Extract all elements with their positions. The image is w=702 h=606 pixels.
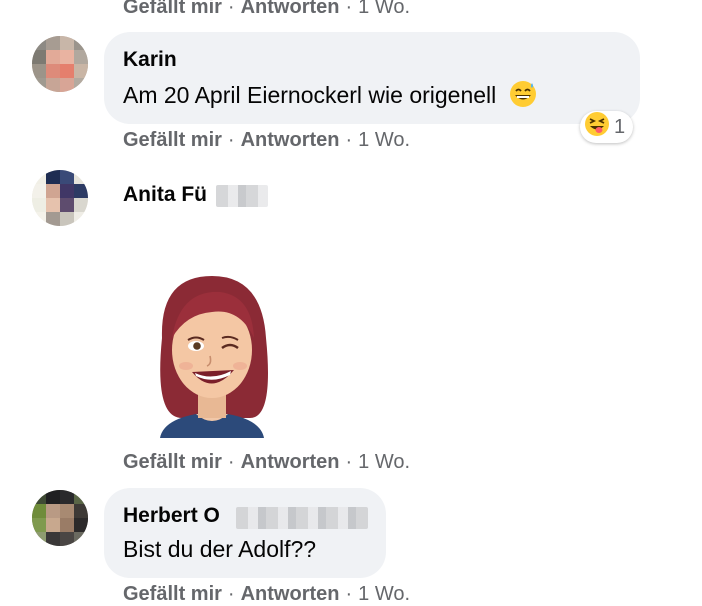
avatar-anita[interactable]: [32, 170, 88, 226]
timestamp[interactable]: 1 Wo.: [358, 583, 410, 605]
timestamp[interactable]: 1 Wo.: [358, 451, 410, 473]
censored-name-blur: [216, 185, 268, 207]
author-name[interactable]: Herbert O: [123, 504, 220, 528]
reaction-count: 1: [614, 115, 626, 138]
reply-link[interactable]: Antworten: [241, 0, 340, 18]
author-name[interactable]: Karin: [123, 48, 177, 72]
like-link[interactable]: Gefällt mir: [123, 0, 222, 18]
reaction-badge[interactable]: 1: [580, 111, 634, 143]
squinting-tongue-face-icon: [584, 111, 610, 143]
censored-name-blur: [236, 507, 368, 529]
avatar-wink-sticker-icon: [142, 268, 282, 438]
timestamp[interactable]: 1 Wo.: [358, 129, 410, 151]
like-link[interactable]: Gefällt mir: [123, 129, 222, 151]
reply-link[interactable]: Antworten: [241, 451, 340, 473]
comment-actions: Gefällt mir · Antworten · 1 Wo.: [123, 451, 411, 473]
like-link[interactable]: Gefällt mir: [123, 451, 222, 473]
comment-actions: Gefällt mir · Antworten · 1 Wo.: [123, 129, 411, 151]
author-name[interactable]: Anita Fü: [123, 183, 207, 207]
timestamp[interactable]: 1 Wo.: [358, 0, 410, 18]
avatar-herbert[interactable]: [32, 490, 88, 546]
comment-actions: Gefällt mir · Antworten · 1 Wo.: [123, 583, 411, 605]
reply-link[interactable]: Antworten: [241, 129, 340, 151]
avatar-karin[interactable]: [32, 36, 88, 92]
reply-link[interactable]: Antworten: [241, 583, 340, 605]
comment-text: Bist du der Adolf??: [123, 536, 317, 562]
like-link[interactable]: Gefällt mir: [123, 583, 222, 605]
comment-text: Am 20 April Eiernockerl wie origenell: [123, 80, 537, 114]
comment-actions-previous: Gefällt mir · Antworten · 1 Wo.: [123, 0, 410, 19]
grinning-sweat-icon: [509, 80, 537, 114]
comment-bubble-herbert: [104, 488, 386, 578]
